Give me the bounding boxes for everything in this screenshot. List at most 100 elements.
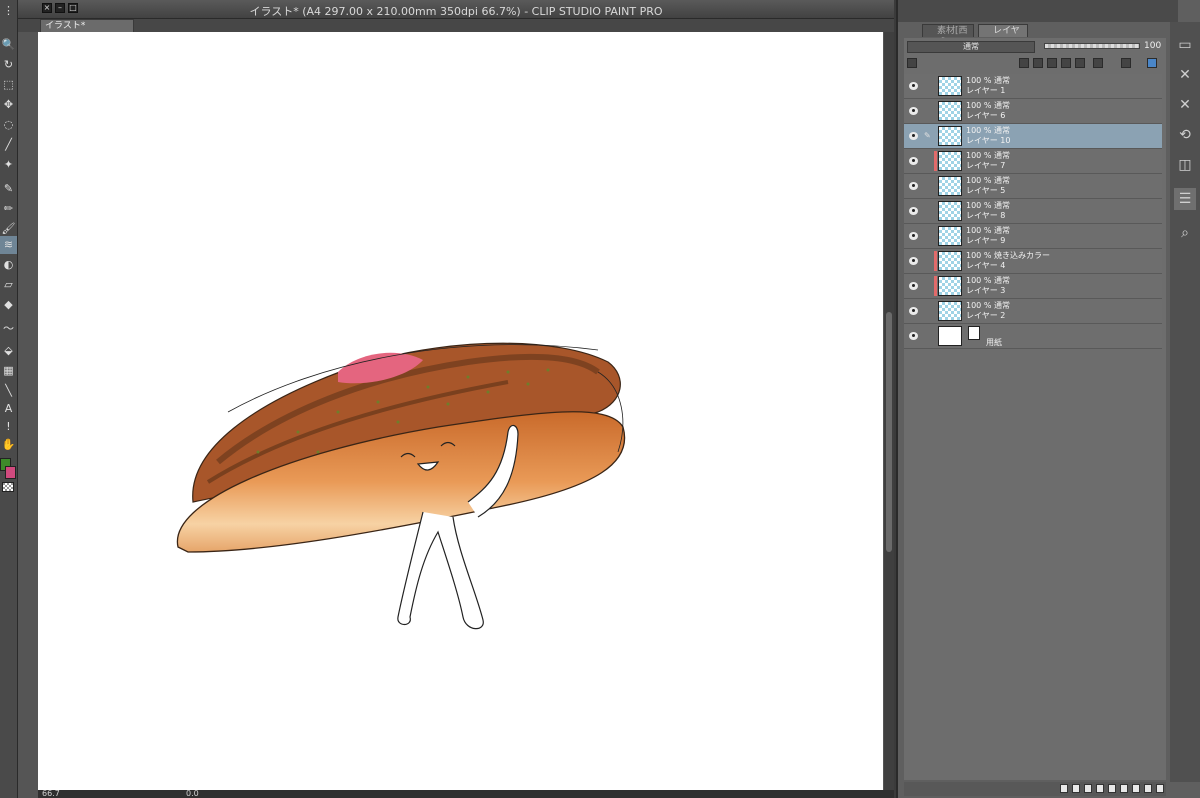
eye-icon[interactable] (909, 132, 918, 140)
hand-icon[interactable]: ✋ (0, 436, 17, 454)
mask-icon[interactable] (1075, 58, 1085, 68)
canvas[interactable] (38, 32, 883, 790)
tab-material[interactable]: 素材[西成] (922, 24, 974, 48)
line-icon[interactable]: ╲ (0, 382, 17, 400)
clip-icon[interactable] (1019, 58, 1029, 68)
layers-closed-icon[interactable]: ✕ (1174, 94, 1196, 116)
layer-bottom-toolbar (904, 782, 1166, 796)
select-icon[interactable]: ⬚ (0, 76, 17, 94)
layer-thumbnail (938, 76, 962, 96)
layer-thumbnail (938, 101, 962, 121)
sub-color-swatch[interactable] (5, 466, 16, 479)
right-dock: 素材[西成] レイヤー 通常 100 (896, 0, 1200, 798)
layer-row[interactable]: 100 % 通常 レイヤー 7 (904, 149, 1162, 174)
rotate-view-icon[interactable]: ↻ (0, 56, 17, 74)
eye-icon[interactable] (909, 232, 918, 240)
layer-color-toggle-icon[interactable] (1121, 58, 1131, 68)
new-raster-layer-icon[interactable] (1060, 784, 1068, 793)
blend-mode-select[interactable]: 通常 (907, 41, 1035, 53)
eye-icon[interactable] (909, 82, 918, 90)
layer-row[interactable]: 100 % 通常 レイヤー 6 (904, 99, 1162, 124)
layer-row-selected[interactable]: ✎ 100 % 通常 レイヤー 10 (904, 124, 1162, 149)
scroll-thumb[interactable] (886, 312, 892, 552)
folder-icon[interactable]: ▭ (1174, 34, 1196, 56)
eye-icon[interactable] (909, 157, 918, 165)
layer-name: レイヤー 1 (966, 86, 1006, 95)
panel-toggle-icon[interactable]: ⋮ (0, 2, 17, 20)
panel-icon-strip: ▭ ✕ ✕ ⟲ ◫ ☰ ⌕ (1170, 22, 1200, 782)
layer-name: レイヤー 7 (966, 161, 1006, 170)
rotate-value[interactable]: 0.0 (186, 790, 199, 798)
fill-icon[interactable]: ◆ (0, 296, 17, 314)
clip-indicator (934, 151, 937, 171)
copy-layer-icon[interactable] (1096, 784, 1104, 793)
trash-icon[interactable] (1156, 784, 1164, 793)
text-icon[interactable]: A (0, 400, 17, 418)
merge-visible-icon[interactable] (1120, 784, 1128, 793)
apply-mask-icon[interactable] (1144, 784, 1152, 793)
transparent-swatch[interactable] (2, 482, 14, 492)
airbrush-icon[interactable]: ≋ (0, 236, 17, 254)
lock-transparency-icon[interactable] (1061, 58, 1071, 68)
paper-label: 用紙 (986, 338, 1002, 347)
layer-thumbnail (938, 126, 962, 146)
eye-icon[interactable] (909, 182, 918, 190)
reference-icon[interactable] (1033, 58, 1043, 68)
layer-color-icon[interactable] (907, 58, 917, 68)
search-layer-icon[interactable]: ⌕ (1174, 222, 1196, 244)
lasso-icon[interactable]: ◌ (0, 116, 17, 134)
layer-row[interactable]: 100 % 焼き込みカラー レイヤー 4 (904, 249, 1162, 274)
history-icon[interactable]: ⟲ (1174, 124, 1196, 146)
zoom-icon[interactable]: 🔍 (0, 36, 17, 54)
layers-closed-icon[interactable]: ✕ (1174, 64, 1196, 86)
eraser-icon[interactable]: ▱ (0, 276, 17, 294)
layer-panel-icon[interactable]: ☰ (1174, 188, 1196, 210)
pen-icon[interactable]: ✎ (0, 180, 17, 198)
gradient-icon[interactable]: ▦ (0, 362, 17, 380)
dock-header (898, 0, 1178, 22)
eye-icon[interactable] (909, 107, 918, 115)
eye-icon[interactable] (909, 332, 918, 340)
blend-icon[interactable]: ◐ (0, 256, 17, 274)
layer-row[interactable]: 100 % 通常 レイヤー 8 (904, 199, 1162, 224)
vertical-scrollbar[interactable] (884, 32, 894, 790)
eye-icon[interactable] (909, 282, 918, 290)
eye-icon[interactable] (909, 307, 918, 315)
tool-palette: ⋮ 🔍 ↻ ⬚ ✥ ◌ ╱ ✦ ✎ ✏ 🖌 ≋ ◐ ▱ ◆ 〜 ⬙ ▦ ╲ A … (0, 0, 18, 798)
ruler-icon[interactable] (1093, 58, 1103, 68)
opacity-value[interactable]: 100 (1144, 41, 1161, 51)
layer-name: レイヤー 5 (966, 186, 1006, 195)
legs (397, 511, 484, 630)
palette-color-icon[interactable] (1147, 58, 1157, 68)
layer-row[interactable]: 100 % 通常 レイヤー 2 (904, 299, 1162, 324)
layer-mode: 100 % 通常 (966, 101, 1010, 110)
move-icon[interactable]: ✥ (0, 96, 17, 114)
lock-icon[interactable] (1047, 58, 1057, 68)
paper-icon (968, 326, 980, 340)
opacity-slider[interactable] (1044, 43, 1140, 49)
layer-row[interactable]: 100 % 通常 レイヤー 9 (904, 224, 1162, 249)
decoration-icon[interactable]: 〜 (0, 320, 17, 338)
layer-row[interactable]: 100 % 通常 レイヤー 3 (904, 274, 1162, 299)
layer-name: レイヤー 3 (966, 286, 1006, 295)
eye-icon[interactable] (909, 257, 918, 265)
eyedropper-icon[interactable]: ╱ (0, 136, 17, 154)
merge-down-icon[interactable] (1108, 784, 1116, 793)
mask-create-icon[interactable] (1132, 784, 1140, 793)
wand-icon[interactable]: ✦ (0, 156, 17, 174)
new-folder-icon[interactable] (1084, 784, 1092, 793)
pencil-icon[interactable]: ✏ (0, 200, 17, 218)
layer-mode: 100 % 通常 (966, 226, 1010, 235)
layer-name: レイヤー 6 (966, 111, 1006, 120)
new-vector-layer-icon[interactable] (1072, 784, 1080, 793)
layer-row[interactable]: 100 % 通常 レイヤー 1 (904, 74, 1162, 99)
balloon-icon[interactable]: ! (0, 418, 17, 436)
bucket-icon[interactable]: ⬙ (0, 342, 17, 360)
eye-icon[interactable] (909, 207, 918, 215)
document-tab[interactable]: イラスト* (40, 19, 134, 32)
layer-row[interactable]: 100 % 通常 レイヤー 5 (904, 174, 1162, 199)
zoom-value[interactable]: 66.7 (42, 790, 60, 798)
tab-layer[interactable]: レイヤー (978, 24, 1028, 48)
layer-row-paper[interactable]: 用紙 (904, 324, 1162, 349)
navigator-icon[interactable]: ◫ (1174, 154, 1196, 176)
